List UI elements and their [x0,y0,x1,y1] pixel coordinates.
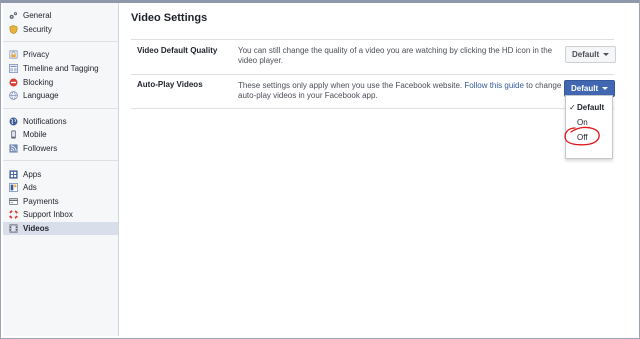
sidebar-item-label: Notifications [23,116,67,126]
setting-label: Video Default Quality [137,46,218,55]
shield-icon [9,25,18,34]
sidebar-item-general[interactable]: General [3,9,118,23]
sidebar-item-label: General [23,11,52,21]
setting-description: These settings only apply when you use t… [238,81,564,101]
sidebar-item-label: Blocking [23,77,54,87]
sidebar-item-timeline-and-tagging[interactable]: Timeline and Tagging [3,62,118,76]
divider [131,108,614,109]
sidebar-item-notifications[interactable]: Notifications [3,115,118,129]
checkmark-icon: ✓ [569,103,576,112]
video-settings-panel: Video Settings Video Default Quality You… [131,12,619,159]
divider [131,39,614,40]
sidebar-item-label: Followers [23,144,58,154]
sidebar-item-label: Apps [23,169,42,179]
divider [131,74,614,75]
chevron-down-icon [603,53,610,56]
globe-icon [9,117,18,126]
menu-item-label: On [577,118,588,127]
sidebar-item-language[interactable]: Language [3,89,118,103]
sidebar-item-label: Timeline and Tagging [23,64,99,74]
menu-item-label: Off [577,133,588,142]
sidebar-item-label: Privacy [23,50,50,60]
menu-item-label: Default [577,103,605,112]
setting-label: Auto-Play Videos [137,80,203,89]
block-icon [9,78,18,87]
sidebar-item-blocking[interactable]: Blocking [3,75,118,89]
sidebar-item-apps[interactable]: Apps [3,167,118,181]
sidebar-item-security[interactable]: Security [3,23,118,37]
sidebar-item-label: Support Inbox [23,210,73,220]
sidebar-item-label: Ads [23,183,37,193]
sidebar-item-followers[interactable]: Followers [3,142,118,156]
chevron-down-icon [602,87,609,90]
gear-icon [9,11,18,20]
setting-row-video-default-quality: Video Default Quality You can still chan… [137,46,617,76]
sidebar-group-privacy: Privacy Timeline and Tagging Blocking La… [3,42,118,109]
sidebar-item-label: Payments [23,196,59,206]
sidebar-item-label: Videos [23,224,50,234]
description-text: These settings only apply when you use t… [238,81,465,90]
dropdown-label: Default [572,50,600,59]
menu-item-default[interactable]: ✓ Default [566,100,612,115]
settings-sidebar: General Security Privacy Timeline and Ta… [3,3,119,336]
dropdown-label: Default [571,84,599,93]
page-title: Video Settings [131,12,208,24]
lifebuoy-icon [9,210,18,220]
globe-icon [9,91,18,101]
quality-default-dropdown[interactable]: Default [565,46,617,63]
apps-icon [9,170,18,179]
sidebar-item-mobile[interactable]: Mobile [3,128,118,142]
sidebar-group-apps: Apps Ads Payments Support Inbox Videos [3,161,118,240]
sidebar-group-account: General Security [3,3,118,43]
lock-icon [9,50,18,59]
card-icon [9,197,18,206]
sidebar-item-label: Language [23,91,59,101]
rss-icon [9,144,18,153]
sidebar-item-label: Mobile [23,130,47,140]
auto-play-options-menu: ✓ Default On Off [565,95,613,159]
setting-description: You can still change the quality of a vi… [238,46,553,65]
sidebar-group-notifications: Notifications Mobile Followers [3,109,118,162]
sidebar-item-label: Security [23,24,52,34]
timeline-icon [9,64,18,73]
mobile-icon [9,130,18,140]
sidebar-item-support-inbox[interactable]: Support Inbox [3,208,118,222]
sidebar-item-privacy[interactable]: Privacy [3,48,118,62]
follow-guide-link[interactable]: Follow this guide [464,81,524,90]
menu-item-off[interactable]: Off [566,130,612,145]
menu-item-on[interactable]: On [566,115,612,130]
sidebar-item-videos[interactable]: Videos [3,221,118,236]
setting-row-auto-play-videos: Auto-Play Videos These settings only app… [137,80,616,110]
sidebar-item-ads[interactable]: Ads [3,181,118,195]
sidebar-item-payments[interactable]: Payments [3,195,118,209]
ads-icon [9,183,18,193]
film-icon [9,224,18,233]
